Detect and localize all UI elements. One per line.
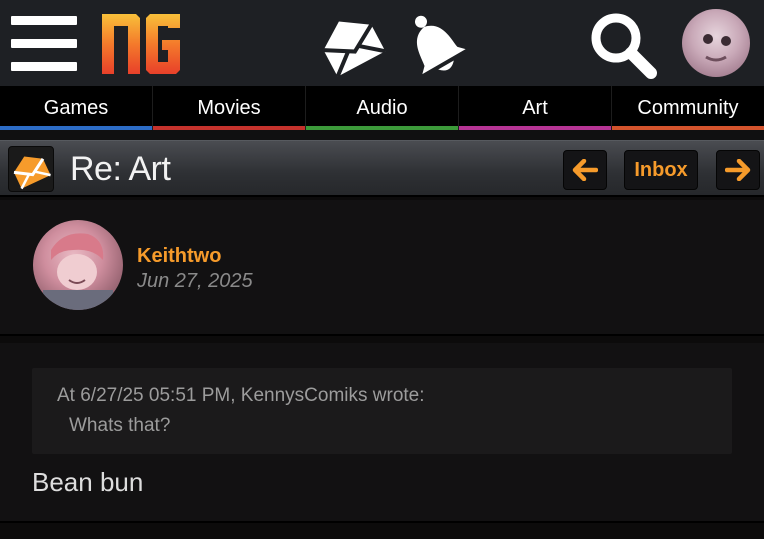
nav-tab-stripe xyxy=(459,126,611,130)
author-name[interactable]: Keithtwo xyxy=(137,245,221,268)
author-avatar-image xyxy=(43,233,113,310)
next-message-button[interactable] xyxy=(716,150,760,190)
mail-thread-icon xyxy=(8,146,54,192)
user-avatar[interactable] xyxy=(682,9,750,77)
quote-block: At 6/27/25 05:51 PM, KennysComiks wrote:… xyxy=(32,368,732,454)
nav-tab-art[interactable]: Art xyxy=(458,86,611,130)
top-bar xyxy=(0,0,764,86)
nav-tab-audio[interactable]: Audio xyxy=(305,86,458,130)
nav-tab-label: Movies xyxy=(197,96,261,119)
author-avatar[interactable] xyxy=(33,220,123,310)
nav-tab-label: Community xyxy=(637,96,739,119)
avatar-image xyxy=(703,34,731,62)
author-panel: Keithtwo Jun 27, 2025 xyxy=(0,200,764,336)
arrow-right-icon xyxy=(725,159,751,181)
menu-icon[interactable] xyxy=(11,16,79,72)
search-icon[interactable] xyxy=(588,10,660,82)
newgrounds-logo[interactable] xyxy=(98,4,186,80)
nav-tab-stripe xyxy=(306,126,458,130)
nav-tab-games[interactable]: Games xyxy=(0,86,152,130)
nav-tab-stripe xyxy=(0,126,152,130)
notifications-bell-icon[interactable] xyxy=(402,8,468,78)
quote-header: At 6/27/25 05:51 PM, KennysComiks wrote: xyxy=(57,385,425,406)
inbox-button[interactable]: Inbox xyxy=(624,150,698,190)
post-text: Bean bun xyxy=(32,467,144,497)
category-nav: Games Movies Audio Art Community xyxy=(0,86,764,130)
thread-title: Re: Art xyxy=(70,150,171,188)
previous-message-button[interactable] xyxy=(563,150,607,190)
nav-tab-stripe xyxy=(612,126,764,130)
spacer xyxy=(0,130,764,140)
nav-tab-community[interactable]: Community xyxy=(611,86,764,130)
post-body: At 6/27/25 05:51 PM, KennysComiks wrote:… xyxy=(0,343,764,523)
quote-text: Whats that? xyxy=(69,415,171,436)
nav-tab-label: Art xyxy=(522,96,548,119)
nav-tab-movies[interactable]: Movies xyxy=(152,86,305,130)
thread-title-bar: Re: Art Inbox xyxy=(0,140,764,197)
nav-tab-stripe xyxy=(153,126,305,130)
nav-tab-label: Audio xyxy=(356,96,408,119)
arrow-left-icon xyxy=(572,159,598,181)
nav-tab-label: Games xyxy=(43,96,109,119)
post-date: Jun 27, 2025 xyxy=(137,270,253,292)
inbox-mail-icon[interactable] xyxy=(318,8,388,78)
